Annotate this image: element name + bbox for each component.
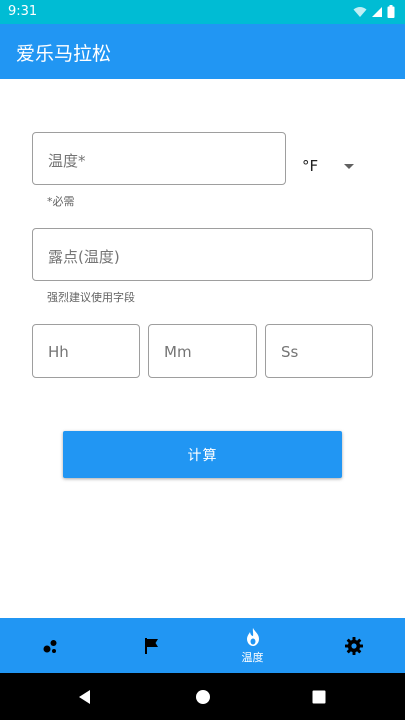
- recents-button[interactable]: [294, 673, 344, 720]
- app-title: 爱乐马拉松: [16, 43, 112, 65]
- back-button[interactable]: [60, 673, 110, 720]
- recents-icon: [312, 690, 326, 703]
- nav-item-temperature[interactable]: 温度: [202, 618, 303, 673]
- calculate-button[interactable]: 计算: [63, 431, 342, 478]
- flag-icon: [144, 637, 158, 654]
- status-icons: [353, 5, 395, 18]
- minutes-input[interactable]: Mm: [148, 324, 257, 378]
- home-button[interactable]: [178, 673, 228, 720]
- chevron-down-icon: [344, 164, 354, 169]
- home-icon: [196, 689, 210, 704]
- nav-item-dots[interactable]: [0, 618, 101, 673]
- status-time: 9:31: [8, 4, 38, 19]
- dew-point-placeholder: 露点(温度): [48, 248, 120, 266]
- temperature-input[interactable]: 温度*: [32, 132, 286, 185]
- temperature-placeholder: 温度*: [48, 152, 86, 170]
- back-icon: [79, 689, 90, 704]
- nav-item-flag[interactable]: [101, 618, 202, 673]
- temperature-helper-text: *必需: [47, 195, 75, 208]
- seconds-placeholder: Ss: [281, 343, 299, 361]
- dew-point-helper-text: 强烈建议使用字段: [47, 291, 135, 304]
- status-bar: 9:31: [0, 0, 405, 24]
- unit-dropdown[interactable]: °F: [296, 148, 366, 184]
- signal-icon: [372, 6, 382, 17]
- bottom-navigation: 温度: [0, 618, 405, 673]
- seconds-input[interactable]: Ss: [265, 324, 373, 378]
- unit-selected: °F: [302, 157, 319, 175]
- gear-icon: [345, 636, 363, 655]
- dew-point-input[interactable]: 露点(温度): [32, 228, 373, 281]
- battery-icon: [387, 5, 395, 18]
- system-navigation-bar: [0, 673, 405, 720]
- app-bar: 爱乐马拉松: [0, 24, 405, 79]
- hours-input[interactable]: Hh: [32, 324, 140, 378]
- hours-placeholder: Hh: [48, 343, 69, 361]
- dots-icon: [43, 639, 56, 653]
- minutes-placeholder: Mm: [164, 343, 192, 361]
- nav-item-settings[interactable]: [303, 618, 405, 673]
- flame-icon: [246, 627, 259, 646]
- wifi-icon: [353, 6, 367, 17]
- nav-label-temperature: 温度: [241, 650, 264, 664]
